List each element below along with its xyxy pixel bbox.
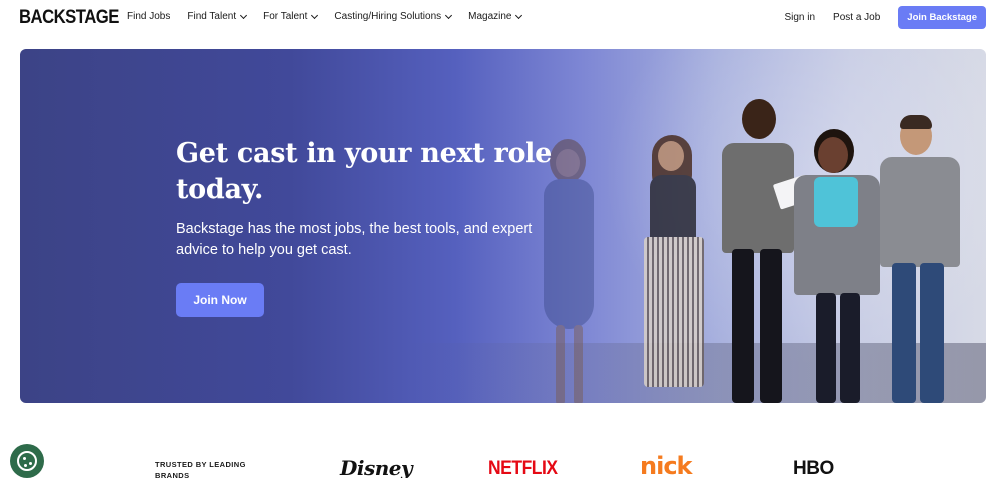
logo[interactable]: BACKSTAGE <box>19 7 119 29</box>
sign-in-link[interactable]: Sign in <box>784 12 815 23</box>
nav-casting-hiring[interactable]: Casting/Hiring Solutions <box>334 11 453 22</box>
trusted-label: TRUSTED BY LEADING BRANDS <box>155 460 246 478</box>
top-nav: BACKSTAGE Find Jobs Find Talent For Tale… <box>0 0 1000 36</box>
nav-find-jobs-label: Find Jobs <box>127 11 171 22</box>
join-now-button[interactable]: Join Now <box>176 283 264 317</box>
nav-for-talent[interactable]: For Talent <box>263 11 319 22</box>
chevron-down-icon <box>240 11 248 19</box>
join-backstage-button[interactable]: Join Backstage <box>898 6 986 29</box>
hero-title: Get cast in your next role today. <box>176 138 553 205</box>
chevron-down-icon <box>311 11 319 19</box>
nav-find-jobs[interactable]: Find Jobs <box>127 11 170 22</box>
cookie-icon <box>17 451 37 471</box>
nav-find-talent-label: Find Talent <box>187 11 237 22</box>
hero-subtitle: Backstage has the most jobs, the best to… <box>176 221 533 258</box>
cookie-settings-button[interactable] <box>10 444 44 478</box>
post-job-link[interactable]: Post a Job <box>833 12 880 23</box>
nick-logo: nick <box>640 452 692 478</box>
nav-magazine-label: Magazine <box>468 11 512 22</box>
nav-casting-hiring-label: Casting/Hiring Solutions <box>334 11 442 22</box>
nav-find-talent[interactable]: Find Talent <box>187 11 248 22</box>
netflix-logo: NETFLIX <box>488 458 558 478</box>
nav-links: Find Jobs Find Talent For Talent Casting… <box>127 11 538 22</box>
nav-actions: Sign in Post a Job Join Backstage <box>784 6 986 29</box>
hbo-logo: HBO <box>793 458 834 478</box>
nav-magazine[interactable]: Magazine <box>468 11 523 22</box>
nav-for-talent-label: For Talent <box>263 11 308 22</box>
disney-logo: Disney <box>340 456 413 478</box>
hero-banner: Get cast in your next role today. Backst… <box>20 49 986 403</box>
chevron-down-icon <box>515 11 523 19</box>
chevron-down-icon <box>445 11 453 19</box>
